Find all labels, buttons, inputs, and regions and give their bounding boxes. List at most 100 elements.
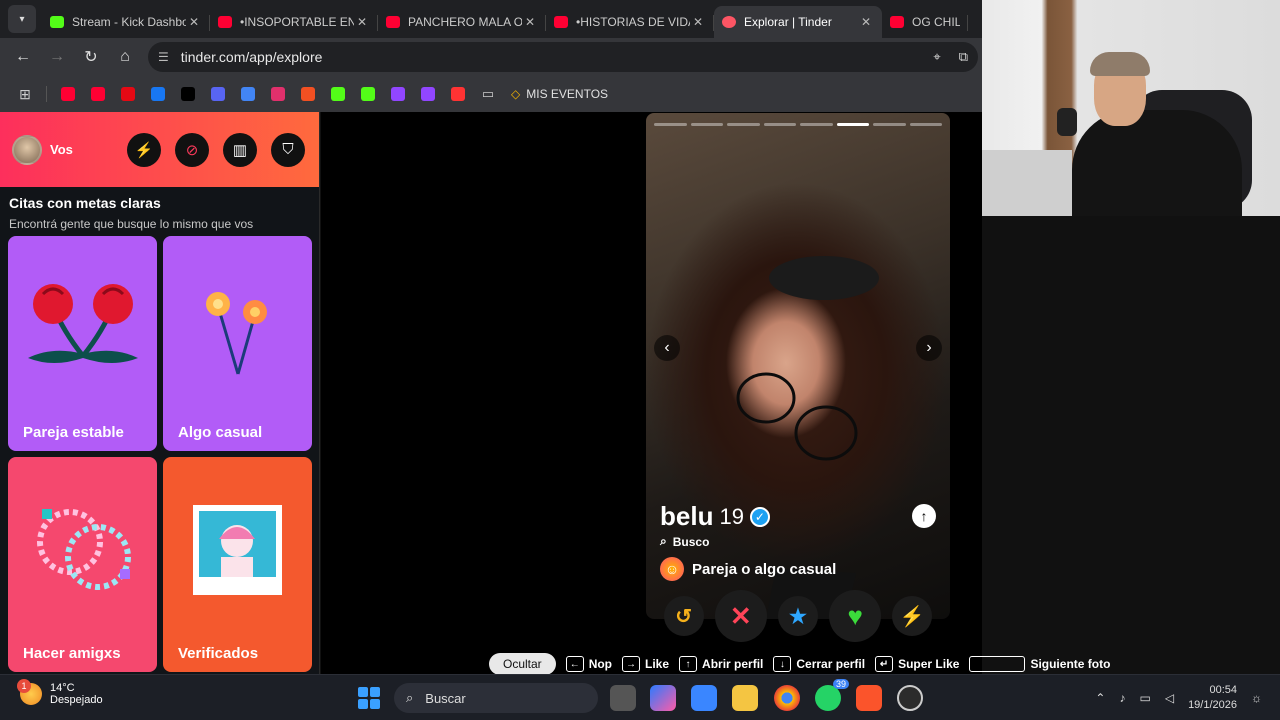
shield-icon[interactable]: ⛉ [271, 132, 305, 167]
shortcut-superlike: ↵ Super Like [875, 656, 959, 672]
back-icon[interactable]: ← [6, 40, 40, 74]
taskbar-search[interactable]: ⌕ Buscar [394, 683, 598, 713]
file-explorer-icon[interactable] [732, 685, 758, 711]
tab-youtube-2[interactable]: PANCHERO MALA ONDA ✕ [378, 6, 546, 38]
down-arrow-key-icon: ↓ [773, 656, 792, 672]
verified-photo-icon [193, 505, 282, 595]
bookmark-favicon-icon[interactable] [265, 81, 291, 107]
site-settings-icon[interactable]: ☰ [158, 50, 169, 64]
bookmark-favicon-icon[interactable] [55, 81, 81, 107]
bookmark-favicon-icon[interactable] [445, 81, 471, 107]
notifications-icon[interactable]: ☼ [1251, 691, 1262, 705]
user-name[interactable]: Vos [50, 142, 73, 157]
bookmark-favicon-icon[interactable] [85, 81, 111, 107]
shortcut-label: Nop [588, 657, 613, 671]
super-like-icon[interactable]: ★ [777, 596, 818, 636]
nope-icon[interactable]: ✕ [714, 590, 767, 642]
forward-icon[interactable]: → [40, 40, 74, 74]
youtube-icon [554, 16, 568, 28]
volume-icon[interactable]: ◁ [1165, 691, 1174, 705]
favicon [91, 87, 105, 101]
bookmark-favicon-icon[interactable] [325, 81, 351, 107]
favicon [211, 87, 225, 101]
home-icon[interactable]: ⌂ [108, 40, 142, 74]
hide-shortcuts-button[interactable]: Ocultar [489, 653, 556, 675]
boost-icon[interactable]: ⚡ [127, 132, 161, 167]
section-title: Citas con metas claras [9, 195, 161, 211]
network-icon[interactable]: ▭ [1139, 691, 1150, 705]
like-icon[interactable]: ♥ [829, 590, 882, 642]
divider [46, 86, 47, 102]
profile-name-row[interactable]: belu 19 ✓ [660, 501, 770, 532]
system-tray: ⌃ ♪ ▭ ◁ 00:54 19/1/2026 ☼ [1095, 683, 1262, 713]
briefcase-icon[interactable]: ▥ [223, 132, 257, 167]
prev-photo-icon[interactable]: ‹ [654, 335, 680, 361]
obs-icon[interactable] [897, 685, 923, 711]
install-app-icon[interactable]: ⧉ [959, 49, 968, 65]
chevron-up-icon[interactable]: ⌃ [1095, 691, 1105, 705]
weather-sun-icon: 1 [17, 679, 42, 705]
clock[interactable]: 00:54 19/1/2026 [1188, 683, 1237, 713]
bracelets-icon [37, 509, 131, 590]
bookmark-favicon-icon[interactable] [175, 81, 201, 107]
next-photo-icon[interactable]: › [916, 335, 942, 361]
bookmark-favicon-icon[interactable] [235, 81, 261, 107]
copilot-icon[interactable] [650, 685, 676, 711]
sidebar: Vos ⚡ ⊘ ▥ ⛉ Citas con metas claras Encon… [0, 112, 320, 674]
tab-kick-dashboard[interactable]: Stream - Kick Dashboard ✕ [42, 6, 210, 38]
tab-youtube-1[interactable]: •INSOPORTABLE EN LA ✕ [210, 6, 378, 38]
card-pareja-estable[interactable]: Pareja estable [8, 236, 157, 451]
card-label: Hacer amigxs [23, 645, 121, 662]
bookmark-favicon-icon[interactable] [115, 81, 141, 107]
chrome-icon[interactable] [774, 685, 800, 711]
profile-age: 19 [719, 503, 744, 529]
windows-start-icon[interactable] [358, 687, 380, 709]
card-algo-casual[interactable]: Algo casual [163, 236, 312, 451]
avatar[interactable] [12, 134, 42, 165]
close-icon[interactable]: ✕ [522, 15, 538, 29]
shortcut-label: Like [645, 657, 670, 671]
bookmark-favicon-icon[interactable] [385, 81, 411, 107]
explore-icon[interactable]: ⊘ [175, 132, 209, 167]
tab-search-button[interactable]: ▾ [8, 5, 36, 33]
search-placeholder: Buscar [425, 690, 466, 706]
busco-label: Busco [672, 534, 710, 549]
keyboard-shortcuts: Ocultar ← Nop → Like ↑ Abrir perfil ↓ Cerrar… [489, 653, 1110, 675]
rewind-icon[interactable]: ↺ [663, 596, 704, 636]
temperature: 14°C [50, 682, 75, 694]
section-subtitle: Encontrá gente que busque lo mismo que v… [9, 217, 254, 231]
boost-icon[interactable]: ⚡ [892, 596, 933, 636]
open-profile-icon[interactable]: ↑ [912, 504, 936, 528]
mic-tray-icon[interactable]: ♪ [1119, 691, 1125, 705]
close-icon[interactable]: ✕ [186, 15, 202, 29]
tab-youtube-4[interactable]: OG CHILL [882, 6, 968, 38]
bookmark-favicon-icon[interactable] [355, 81, 381, 107]
bookmark-favicon-icon[interactable] [205, 81, 231, 107]
bookmark-mis-eventos[interactable]: ◇ MIS EVENTOS [511, 87, 608, 101]
close-icon[interactable]: ✕ [858, 15, 874, 29]
bookmark-favicon-icon[interactable] [415, 81, 441, 107]
tab-youtube-3[interactable]: •HISTORIAS DE VIDA ✕ [546, 6, 714, 38]
up-arrow-key-icon: ↑ [679, 656, 698, 672]
favicon [451, 87, 465, 101]
bookmark-favicon-icon[interactable] [295, 81, 321, 107]
store-icon[interactable] [691, 685, 717, 711]
card-hacer-amigxs[interactable]: Hacer amigxs [8, 457, 157, 672]
bookmark-favicon-icon[interactable] [145, 81, 171, 107]
apps-grid-icon[interactable]: ⊞ [12, 81, 38, 107]
favicon [241, 87, 255, 101]
card-verificados[interactable]: Verificados [163, 457, 312, 672]
reload-icon[interactable]: ↻ [74, 40, 108, 74]
shortcut-label: Super Like [898, 657, 960, 671]
close-icon[interactable]: ✕ [690, 15, 706, 29]
address-bar[interactable]: ☰ tinder.com/app/explore ⌖ ⧉ [148, 42, 978, 72]
whatsapp-icon[interactable]: 39 [815, 679, 849, 711]
weather-widget[interactable]: 1 14°C Despejado [17, 679, 103, 706]
location-icon[interactable]: ⌖ [933, 49, 940, 65]
task-view-icon[interactable] [610, 685, 636, 711]
profile-photo[interactable]: ‹ › belu 19 ✓ ↑ ⌕ Busco ☺ Pareja o algo … [646, 113, 950, 619]
close-icon[interactable]: ✕ [354, 15, 370, 29]
folder-icon[interactable]: ▭ [475, 81, 501, 107]
tab-tinder[interactable]: Explorar | Tinder ✕ [714, 6, 882, 38]
brave-icon[interactable] [856, 685, 882, 711]
